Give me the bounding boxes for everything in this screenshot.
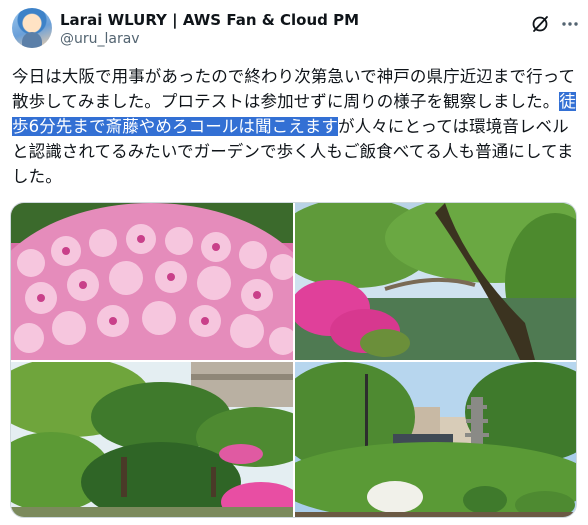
photo-pines-image [11,362,293,517]
post-text: 今日は大阪で用事があったので終わり次第急いで神戸の県庁近辺まで行って散歩してみま… [12,64,576,189]
post-text-before: 今日は大阪で用事があったので終わり次第急いで神戸の県庁近辺まで行って散歩してみま… [12,67,576,111]
avatar-figure [22,32,42,48]
photo-garden-pagoda[interactable] [295,362,576,517]
grok-icon[interactable] [530,14,550,34]
more-icon[interactable] [560,14,580,34]
media-grid [10,202,577,518]
photo-azalea-image [11,203,293,360]
post-header: Larai WLURY | AWS Fan & Cloud PM @uru_la… [12,8,578,52]
photo-garden-pines[interactable] [11,362,293,517]
avatar[interactable] [12,8,52,48]
photo-pink-azalea[interactable] [11,203,293,360]
photo-garden-pond[interactable] [295,203,576,360]
author-block: Larai WLURY | AWS Fan & Cloud PM @uru_la… [60,10,359,48]
photo-pond-image [295,203,576,360]
author-handle[interactable]: @uru_larav [60,30,359,48]
photo-pagoda-image [295,362,576,517]
author-display-name[interactable]: Larai WLURY | AWS Fan & Cloud PM [60,10,359,30]
